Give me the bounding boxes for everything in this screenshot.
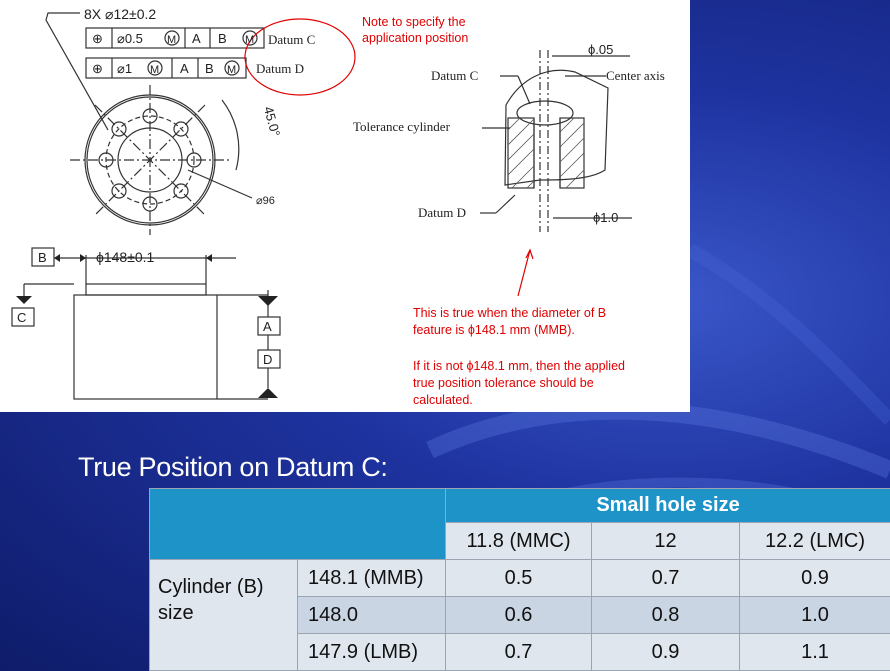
- table-corner-cell: [149, 488, 446, 560]
- table-cell: 1.0: [738, 596, 890, 634]
- col-header-mmc: 11.8 (MMC): [445, 522, 592, 560]
- row-label: 148.1 (MMB): [297, 559, 446, 597]
- hatching: [507, 117, 585, 189]
- feature-control-frame-2: [85, 57, 247, 79]
- note-application-line1: Note to specify the: [362, 15, 466, 29]
- highlight-ellipse: [244, 18, 356, 96]
- table-cell: 0.7: [445, 633, 592, 671]
- table-cell: 0.6: [445, 596, 592, 634]
- note-calc-line3: calculated.: [413, 393, 473, 407]
- fcf2-modifier: M: [150, 64, 159, 76]
- cylinder-side-view: [11, 247, 281, 400]
- datum-c-letter: C: [17, 310, 26, 325]
- center-axis-label: Center axis: [606, 68, 665, 83]
- slide: 8X ⌀12±0.2 ⊕ ⌀0.5 M A B M ⊕ ⌀1 M A B M D…: [0, 0, 890, 671]
- table-cell: 1.1: [738, 633, 890, 671]
- cylinder-size-label: Cylinder (B) size: [149, 559, 298, 671]
- fcf2-symbol: ⊕: [92, 61, 103, 76]
- note-calc-line1: If it is not ϕ148.1 mm, then the applied: [413, 359, 625, 373]
- fcf1-modifier: M: [167, 34, 176, 46]
- hole-callout: 8X ⌀12±0.2: [84, 6, 156, 22]
- cylinder-diameter-dimension: ϕ148±0.1: [96, 249, 155, 265]
- fcf1-tolerance: ⌀0.5: [117, 31, 143, 46]
- angle-dimension: 45.0°: [261, 105, 283, 138]
- row-label: 147.9 (LMB): [297, 633, 446, 671]
- col-header-lmc: 12.2 (LMC): [738, 522, 890, 560]
- datum-d-label: Datum D: [256, 61, 304, 76]
- table-cell: 0.9: [591, 633, 740, 671]
- datum-c-callout: Datum C: [431, 68, 478, 83]
- tolerance-10: ϕ1.0: [593, 210, 618, 225]
- fcf1-symbol: ⊕: [92, 31, 103, 46]
- note-true-line1: This is true when the diameter of B: [413, 306, 606, 320]
- small-hole-size-header: Small hole size: [444, 488, 890, 523]
- fcf2-datum-b-modifier: M: [227, 64, 236, 76]
- tolerance-005: ϕ.05: [588, 42, 613, 57]
- datum-d-letter: D: [263, 352, 272, 367]
- row-label: 148.0: [297, 596, 446, 634]
- datum-a-letter: A: [263, 319, 272, 334]
- table-cell: 0.7: [591, 559, 740, 597]
- fcf1-datum-b: B: [218, 31, 227, 46]
- datum-c-label: Datum C: [268, 32, 315, 47]
- datum-triangles: [16, 254, 278, 398]
- flange-front-view: [70, 85, 253, 235]
- annotation-arrow: [517, 249, 531, 297]
- note-true-line2: feature is ϕ148.1 mm (MMB).: [413, 323, 575, 337]
- note-application-line2: application position: [362, 31, 468, 45]
- bolt-circle-dimension: ⌀96: [256, 195, 275, 207]
- table-header-row: Small hole size: [149, 488, 890, 560]
- fcf2-tolerance: ⌀1: [117, 61, 132, 76]
- col-header-nominal: 12: [591, 522, 740, 560]
- note-calc-line2: true position tolerance should be: [413, 376, 594, 390]
- engineering-drawing: 8X ⌀12±0.2 ⊕ ⌀0.5 M A B M ⊕ ⌀1 M A B M D…: [0, 0, 690, 412]
- datum-b-letter: B: [38, 250, 47, 265]
- fcf2-datum-a: A: [180, 61, 189, 76]
- fcf1-datum-a: A: [192, 31, 201, 46]
- tolerance-cylinder-label: Tolerance cylinder: [353, 119, 451, 134]
- table-cell: 0.9: [738, 559, 890, 597]
- true-position-table: Small hole size 11.8 (MMC) 12 12.2 (LMC)…: [149, 488, 890, 671]
- table-cell: 0.5: [445, 559, 592, 597]
- datum-d-callout: Datum D: [418, 205, 466, 220]
- fcf2-datum-b: B: [205, 61, 214, 76]
- fcf1-datum-b-modifier: M: [245, 34, 254, 46]
- section-heading: True Position on Datum C:: [78, 452, 388, 482]
- table-cell: 0.8: [591, 596, 740, 634]
- table-row: Cylinder (B) size 148.1 (MMB) 0.5 0.7 0.…: [149, 559, 890, 671]
